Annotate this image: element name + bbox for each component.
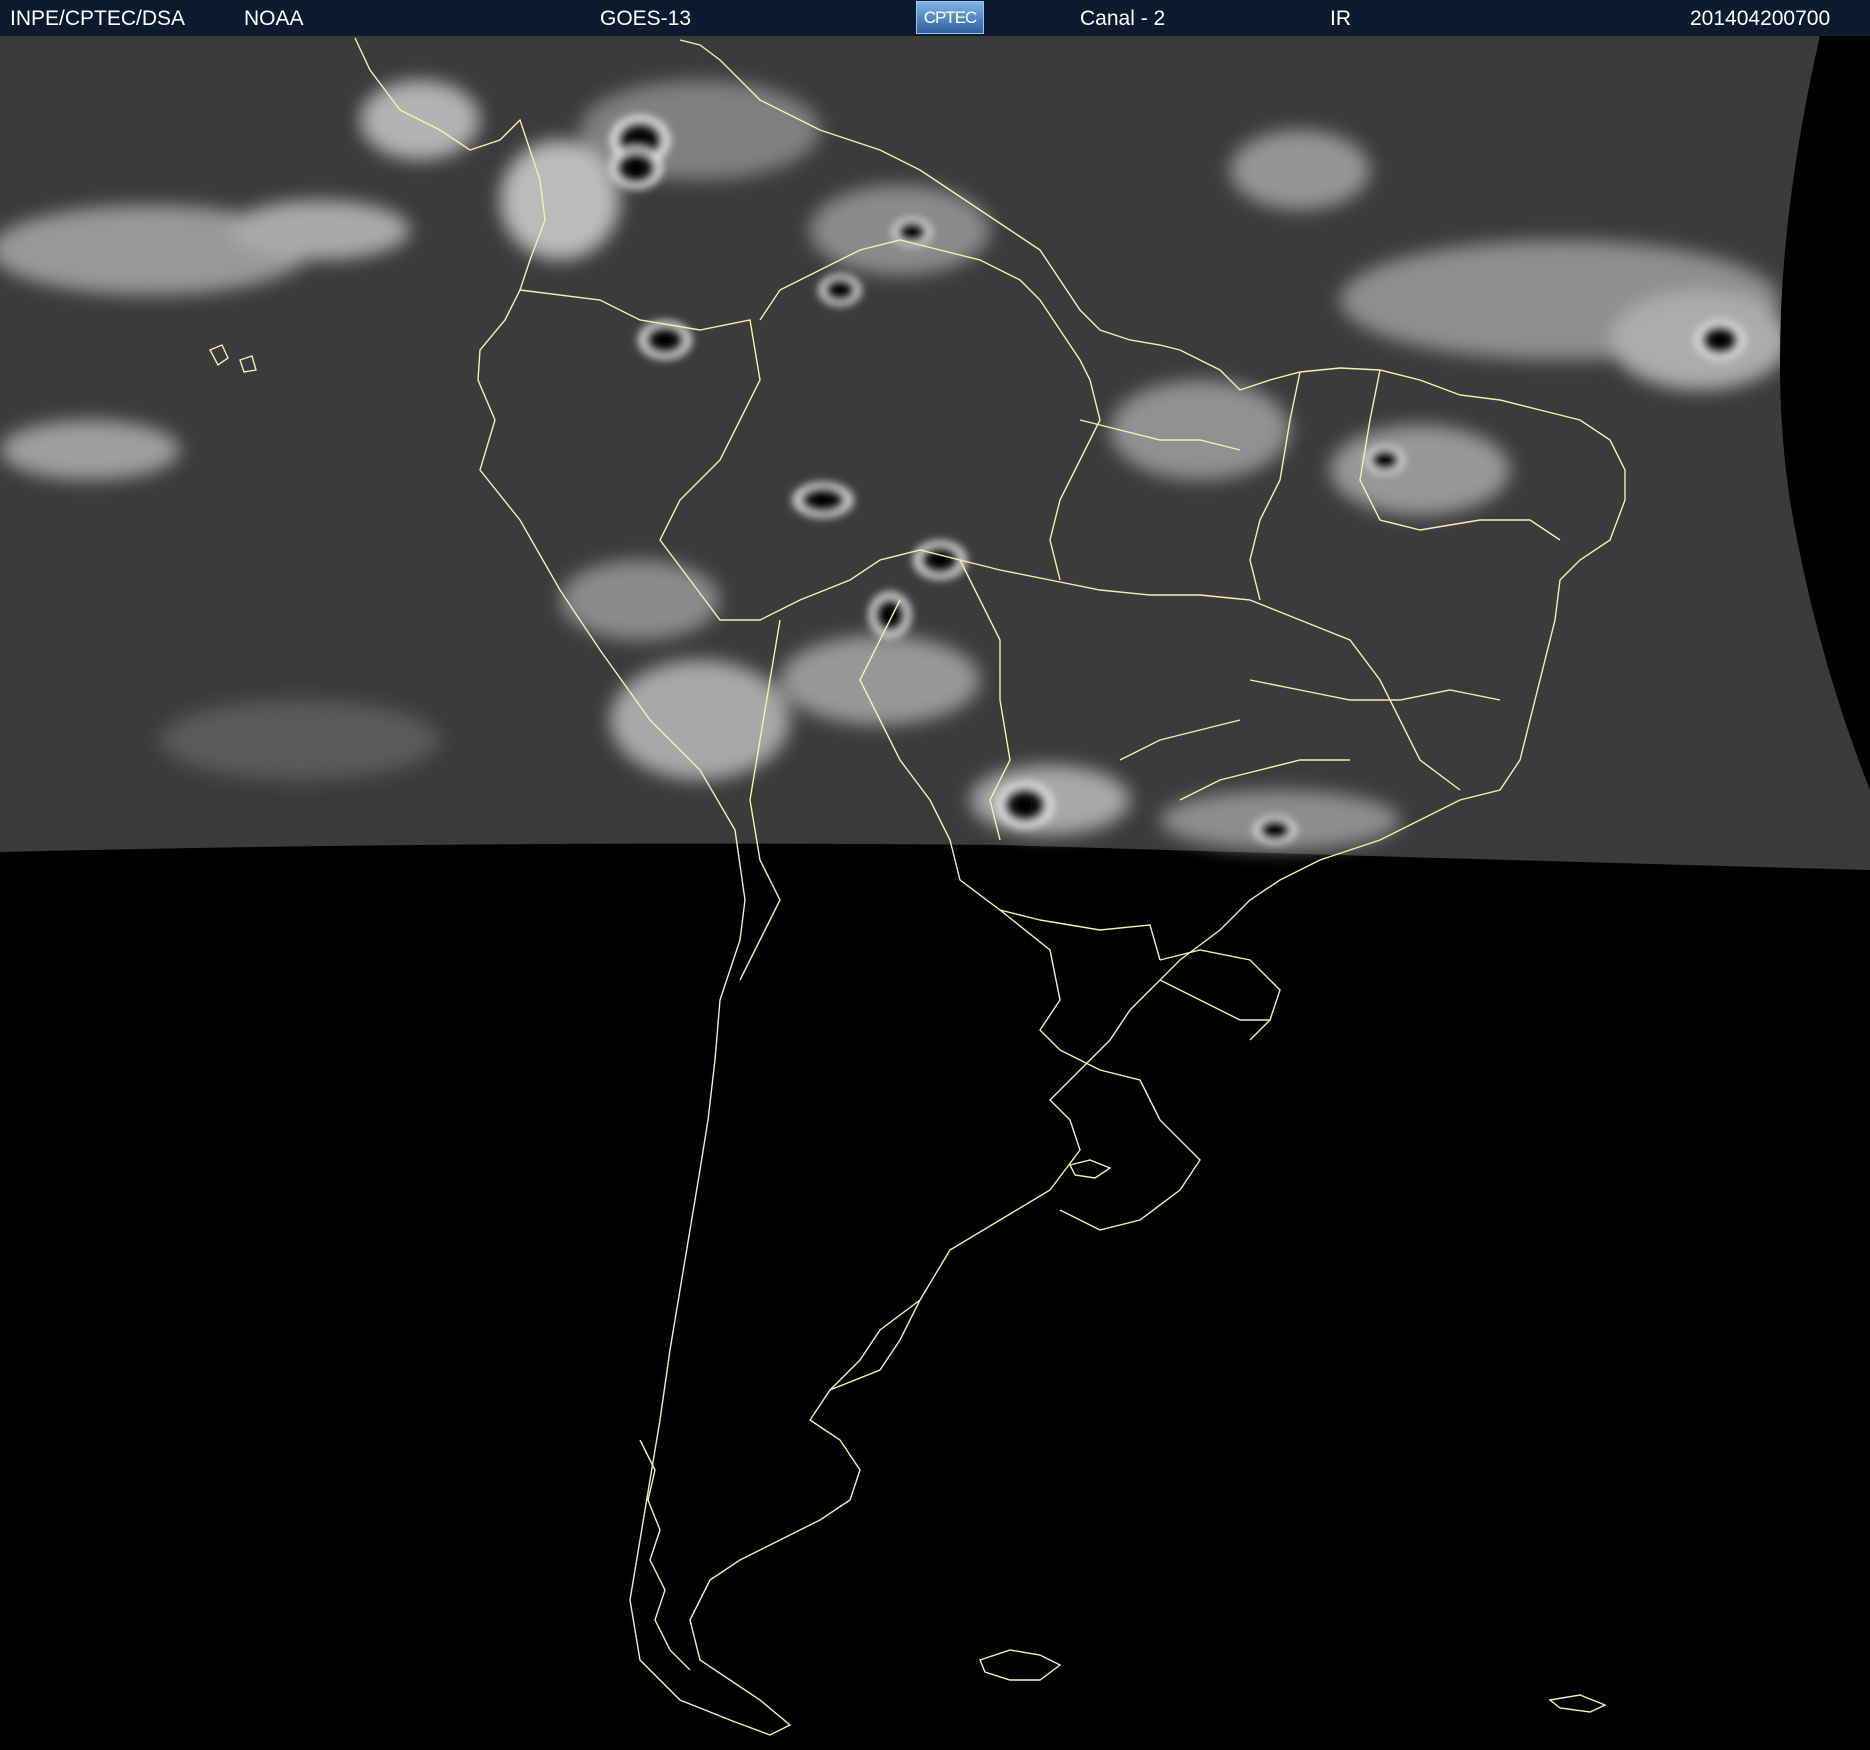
satellite-image: [0, 36, 1870, 1736]
band-label: IR: [1330, 7, 1351, 30]
chile-fjords: [639, 1439, 691, 1671]
satellite-image-frame: [0, 36, 1870, 1750]
timestamp-label: 201404200700: [1690, 7, 1831, 30]
image-header: INPE/CPTEC/DSA NOAA GOES-13 CPTEC Canal …: [0, 0, 1870, 36]
country-border: [829, 1299, 921, 1391]
state-border: [1159, 979, 1270, 1021]
agency-label: NOAA: [244, 7, 304, 30]
cptec-logo: CPTEC: [916, 1, 984, 34]
org-label: INPE/CPTEC/DSA: [10, 7, 186, 30]
south-georgia: [1548, 1694, 1607, 1713]
country-border: [1159, 949, 1281, 1041]
country-border: [1059, 1049, 1201, 1231]
country-border: [1039, 919, 1161, 961]
satellite-label: GOES-13: [600, 7, 692, 30]
falkland-islands: [979, 1649, 1062, 1681]
country-border: [999, 909, 1061, 1051]
lagoon: [1068, 1159, 1112, 1179]
channel-label: Canal - 2: [1080, 7, 1166, 30]
